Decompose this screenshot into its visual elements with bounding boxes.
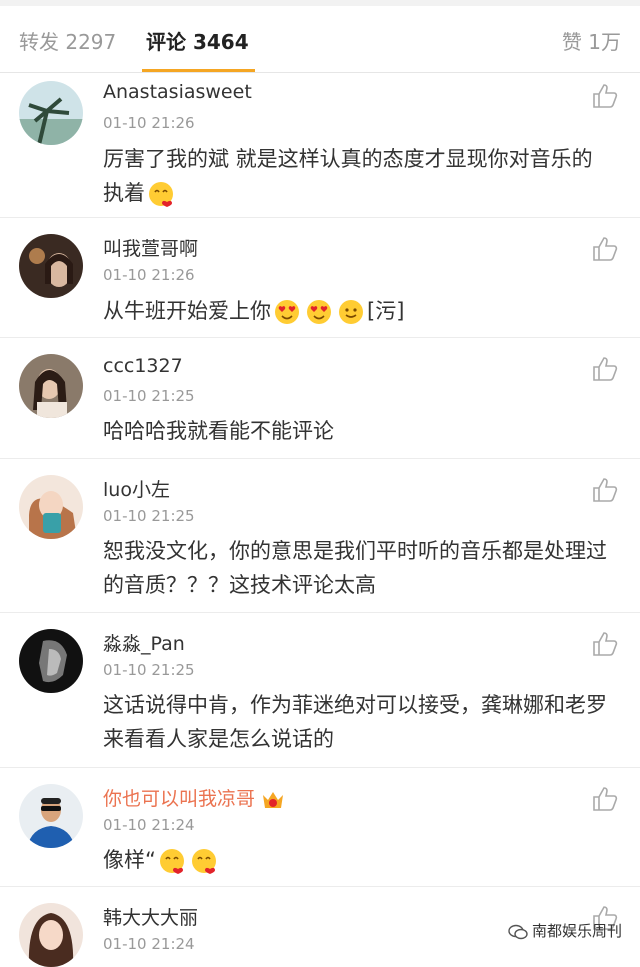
active-tab-indicator [142, 69, 255, 72]
commenter-name-text: 你也可以叫我凉哥 [103, 788, 256, 810]
comment-suffix: [污] [367, 299, 405, 323]
comment-time: 01-10 21:25 [103, 661, 195, 679]
like-thumb-icon[interactable] [592, 236, 618, 262]
comment-text: 恕我没文化，你的意思是我们平时听的音乐都是处理过的音质？？？这技术评论太高 [103, 534, 610, 602]
like-thumb-icon[interactable] [592, 631, 618, 657]
like-thumb-icon[interactable] [592, 786, 618, 812]
comment-body: 厉害了我的斌 就是这样认真的态度才显现你对音乐的执着 [103, 147, 593, 205]
comment-time: 01-10 21:26 [103, 114, 195, 132]
love-face-emoji-icon [149, 182, 173, 207]
comment-body: 这话说得中肯，作为菲迷绝对可以接受，龚琳娜和老罗来看看人家是怎么说话的 [103, 693, 607, 751]
commenter-name[interactable]: ccc1327 [103, 355, 183, 377]
comment-item: 淼淼_Pan 01-10 21:25 这话说得中肯，作为菲迷绝对可以接受，龚琳娜… [0, 613, 640, 768]
comment-text: 这话说得中肯，作为菲迷绝对可以接受，龚琳娜和老罗来看看人家是怎么说话的 [103, 688, 610, 756]
tab-repost[interactable]: 转发 2297 [19, 26, 116, 55]
vip-crown-badge-icon [263, 791, 284, 808]
commenter-name[interactable]: 你也可以叫我凉哥 [103, 784, 285, 811]
comment-time: 01-10 21:25 [103, 387, 195, 405]
avatar[interactable] [19, 903, 83, 967]
comment-body: 从牛班开始爱上你 [103, 299, 271, 323]
comment-time: 01-10 21:26 [103, 266, 195, 284]
heart-eyes-emoji-icon [275, 300, 299, 324]
wechat-icon [508, 924, 528, 939]
commenter-name[interactable]: Anastasiasweet [103, 81, 252, 103]
comment-item: ccc1327 01-10 21:25 哈哈哈我就看能不能评论 [0, 338, 640, 459]
comment-item: Anastasiasweet 01-10 21:26 厉害了我的斌 就是这样认真… [0, 73, 640, 218]
love-face-emoji-icon [159, 849, 184, 874]
avatar[interactable] [19, 81, 83, 145]
comment-text: 哈哈哈我就看能不能评论 [103, 414, 610, 448]
tab-bar: 转发 2297 评论 3464 赞 1万 [0, 6, 640, 73]
comment-body: 哈哈哈我就看能不能评论 [103, 419, 334, 443]
tab-like[interactable]: 赞 1万 [562, 26, 621, 55]
comment-text: 从牛班开始爱上你 [污] [103, 294, 610, 328]
comment-body: 像样“ [103, 848, 156, 872]
watermark: 南都娱乐周刊 [508, 920, 622, 941]
comment-text: 厉害了我的斌 就是这样认真的态度才显现你对音乐的执着 [103, 142, 610, 210]
like-thumb-icon[interactable] [592, 83, 618, 109]
comment-item: 叫我萱哥啊 01-10 21:26 从牛班开始爱上你 [污] [0, 218, 640, 338]
avatar[interactable] [19, 629, 83, 693]
like-thumb-icon[interactable] [592, 356, 618, 382]
comment-time: 01-10 21:25 [103, 507, 195, 525]
avatar[interactable] [19, 475, 83, 539]
watermark-text: 南都娱乐周刊 [531, 922, 622, 940]
avatar[interactable] [19, 354, 83, 418]
like-thumb-icon[interactable] [592, 477, 618, 503]
commenter-name[interactable]: luo小左 [103, 475, 170, 502]
comment-body: 恕我没文化，你的意思是我们平时听的音乐都是处理过的音质？？？这技术评论太高 [103, 539, 607, 597]
heart-eyes-emoji-icon [307, 300, 331, 324]
comment-item: luo小左 01-10 21:25 恕我没文化，你的意思是我们平时听的音乐都是处… [0, 459, 640, 613]
love-face-emoji-icon [191, 849, 216, 874]
comment-time: 01-10 21:24 [103, 935, 195, 953]
avatar[interactable] [19, 784, 83, 848]
comment-time: 01-10 21:24 [103, 816, 195, 834]
comment-item: 你也可以叫我凉哥 01-10 21:24 像样“ [0, 768, 640, 887]
avatar[interactable] [19, 234, 83, 298]
commenter-name[interactable]: 淼淼_Pan [103, 629, 185, 656]
commenter-name[interactable]: 韩大大大丽 [103, 903, 198, 930]
tab-comment[interactable]: 评论 3464 [146, 26, 249, 55]
commenter-name[interactable]: 叫我萱哥啊 [103, 234, 198, 261]
comment-list: Anastasiasweet 01-10 21:26 厉害了我的斌 就是这样认真… [0, 73, 640, 967]
comment-text: 像样“ [103, 843, 610, 877]
smile-emoji-icon [339, 300, 363, 324]
